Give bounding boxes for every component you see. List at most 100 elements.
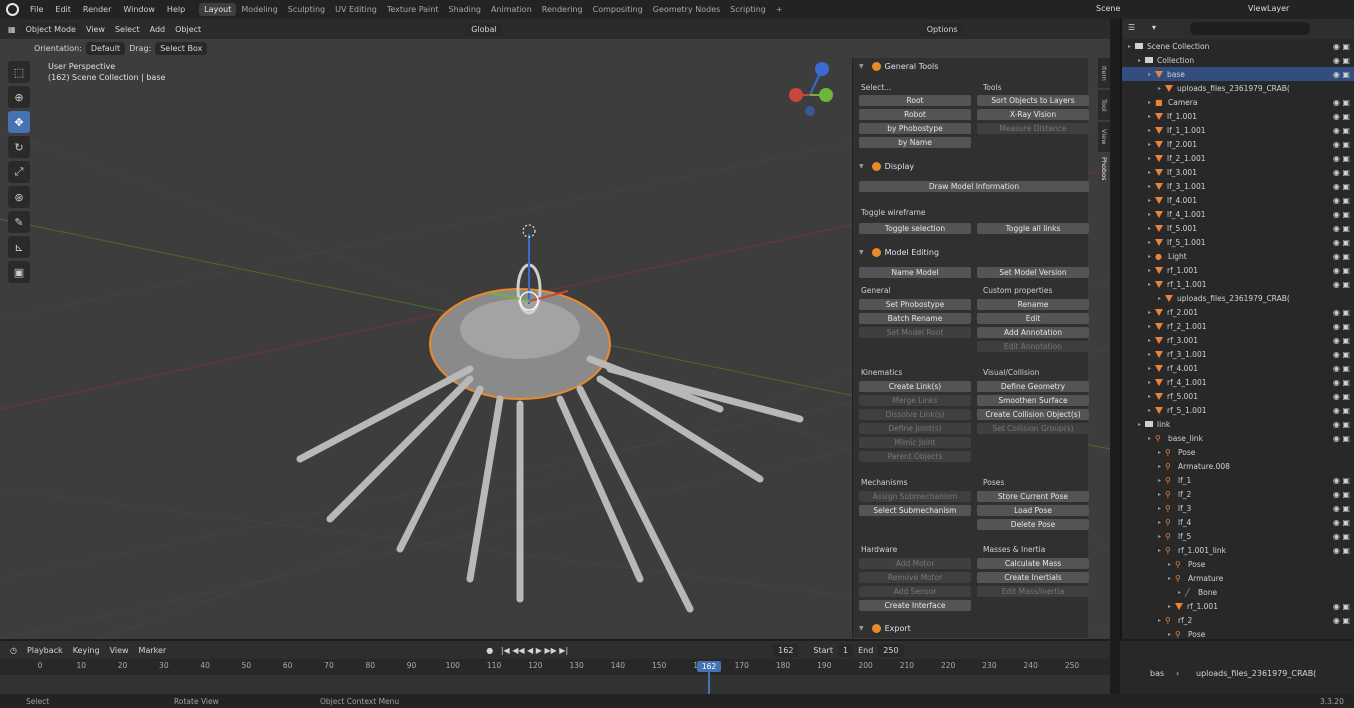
tab-modeling[interactable]: Modeling [236, 3, 282, 16]
visibility-icon[interactable]: ◉ ▣ [1333, 168, 1350, 177]
xray-vision-button[interactable]: X-Ray Vision [977, 109, 1089, 120]
outliner-row[interactable]: ▸ rf_2_1.001 ◉ ▣ [1122, 319, 1354, 333]
expand-icon[interactable]: ▸ [1158, 449, 1161, 456]
outliner-row[interactable]: ▸ lf_3_1.001 ◉ ▣ [1122, 179, 1354, 193]
outliner-row[interactable]: ▸ ⚲ lf_2 ◉ ▣ [1122, 487, 1354, 501]
expand-icon[interactable]: ▸ [1148, 337, 1151, 344]
outliner-row[interactable]: ▸ uploads_files_2361979_CRAB( [1122, 81, 1354, 95]
visibility-icon[interactable]: ◉ ▣ [1333, 364, 1350, 373]
edit-mass-inertia-button[interactable]: Edit Mass/Inertia [977, 586, 1089, 597]
playhead-frame-label[interactable]: 162 [697, 661, 721, 672]
expand-icon[interactable]: ▸ [1148, 323, 1151, 330]
outliner-row[interactable]: ▸ ⚲ lf_5 ◉ ▣ [1122, 529, 1354, 543]
tab-rendering[interactable]: Rendering [537, 3, 588, 16]
select-by-name-button[interactable]: by Name [859, 137, 971, 148]
transform-orientation-dropdown[interactable]: Global [466, 22, 502, 36]
expand-icon[interactable]: ▸ [1148, 127, 1151, 134]
expand-icon[interactable]: ▸ [1148, 435, 1151, 442]
expand-icon[interactable]: ▸ [1158, 533, 1161, 540]
outliner-row[interactable]: ▸ ╱ Bone [1122, 585, 1354, 599]
section-general-tools[interactable]: ▼ General Tools [853, 58, 938, 74]
set-phobostype-button[interactable]: Set Phobostype [859, 299, 971, 310]
menu-add[interactable]: Add [145, 25, 171, 34]
expand-icon[interactable]: ▸ [1148, 351, 1151, 358]
menu-view[interactable]: View [81, 25, 110, 34]
outliner-row[interactable]: ▸ lf_1_1.001 ◉ ▣ [1122, 123, 1354, 137]
menu-marker[interactable]: Marker [134, 646, 172, 655]
expand-icon[interactable]: ▸ [1158, 505, 1161, 512]
visibility-icon[interactable]: ◉ ▣ [1333, 616, 1350, 625]
expand-icon[interactable]: ▸ [1158, 617, 1161, 624]
visibility-icon[interactable]: ◉ ▣ [1333, 112, 1350, 121]
outliner-row[interactable]: ▸ lf_4.001 ◉ ▣ [1122, 193, 1354, 207]
outliner-row[interactable]: ▸ ⚲ lf_3 ◉ ▣ [1122, 501, 1354, 515]
expand-icon[interactable]: ▸ [1138, 57, 1141, 64]
expand-icon[interactable]: ▸ [1168, 575, 1171, 582]
expand-icon[interactable]: ▸ [1148, 379, 1151, 386]
set-model-root-button[interactable]: Set Model Root [859, 327, 971, 338]
dissolve-links-button[interactable]: Dissolve Link(s) [859, 409, 971, 420]
outliner-row[interactable]: ▸ ⚲ Pose [1122, 445, 1354, 459]
visibility-icon[interactable]: ◉ ▣ [1333, 280, 1350, 289]
draw-model-info-button[interactable]: Draw Model Information [859, 181, 1089, 192]
measure-distance-button[interactable]: Measure Distance [977, 123, 1089, 134]
toggle-selection-button[interactable]: Toggle selection [859, 223, 971, 234]
assign-submechanism-button[interactable]: Assign Submechanism [859, 491, 971, 502]
breadcrumb-object[interactable]: bas [1150, 669, 1164, 678]
end-frame-field[interactable]: 250 [878, 643, 904, 657]
editor-type-icon[interactable]: ▦ [0, 25, 21, 34]
visibility-icon[interactable]: ◉ ▣ [1333, 308, 1350, 317]
calculate-mass-button[interactable]: Calculate Mass [977, 558, 1089, 569]
outliner-row[interactable]: ▸ ⚲ lf_4 ◉ ▣ [1122, 515, 1354, 529]
add-motor-button[interactable]: Add Motor [859, 558, 971, 569]
expand-icon[interactable]: ▸ [1158, 547, 1161, 554]
tab-texture-paint[interactable]: Texture Paint [382, 3, 444, 16]
outliner-row[interactable]: ▸ rf_1.001 ◉ ▣ [1122, 263, 1354, 277]
blender-logo-icon[interactable] [6, 3, 19, 16]
visibility-icon[interactable]: ◉ ▣ [1333, 406, 1350, 415]
rotate-tool-icon[interactable]: ↻ [8, 136, 30, 158]
drag-dropdown[interactable]: Select Box [155, 41, 208, 55]
mimic-joint-button[interactable]: Mimic Joint [859, 437, 971, 448]
add-workspace-button[interactable]: + [771, 3, 788, 16]
visibility-icon[interactable]: ◉ ▣ [1333, 70, 1350, 79]
menu-object[interactable]: Object [170, 25, 206, 34]
outliner-row[interactable]: ▸ ■ Camera ◉ ▣ [1122, 95, 1354, 109]
add-sensor-button[interactable]: Add Sensor [859, 586, 971, 597]
visibility-icon[interactable]: ◉ ▣ [1333, 378, 1350, 387]
scene-name[interactable]: Scene [1096, 4, 1120, 13]
add-annotation-button[interactable]: Add Annotation [977, 327, 1089, 338]
move-tool-icon[interactable]: ✥ [8, 111, 30, 133]
expand-icon[interactable]: ▸ [1158, 519, 1161, 526]
outliner-row[interactable]: ▸ ⚲ rf_2 ◉ ▣ [1122, 613, 1354, 627]
visibility-icon[interactable]: ◉ ▣ [1333, 476, 1350, 485]
edit-annotation-button[interactable]: Edit Annotation [977, 341, 1089, 352]
expand-icon[interactable]: ▸ [1158, 463, 1161, 470]
tab-view[interactable]: View [1098, 122, 1110, 152]
visibility-icon[interactable]: ◉ ▣ [1333, 490, 1350, 499]
expand-icon[interactable]: ▸ [1148, 393, 1151, 400]
expand-icon[interactable]: ▸ [1148, 309, 1151, 316]
select-submechanism-button[interactable]: Select Submechanism [859, 505, 971, 516]
visibility-icon[interactable]: ◉ ▣ [1333, 504, 1350, 513]
outliner-row[interactable]: ▸ ● Light ◉ ▣ [1122, 249, 1354, 263]
tab-uv-editing[interactable]: UV Editing [330, 3, 382, 16]
expand-icon[interactable]: ▸ [1148, 183, 1151, 190]
playback-controls-icon[interactable]: ● |◀ ◀◀ ◀ ▶ ▶▶ ▶| [481, 646, 573, 655]
timeline-track[interactable] [0, 675, 1110, 694]
expand-icon[interactable]: ▸ [1148, 281, 1151, 288]
visibility-icon[interactable]: ◉ ▣ [1333, 98, 1350, 107]
tab-geometry-nodes[interactable]: Geometry Nodes [648, 3, 725, 16]
tab-compositing[interactable]: Compositing [588, 3, 648, 16]
add-cube-tool-icon[interactable]: ▣ [8, 261, 30, 283]
tab-item[interactable]: Item [1098, 58, 1110, 88]
menu-timeline-view[interactable]: View [105, 646, 134, 655]
outliner-row[interactable]: ▸ base ◉ ▣ [1122, 67, 1354, 81]
expand-icon[interactable]: ▸ [1148, 225, 1151, 232]
orientation-dropdown[interactable]: Default [85, 41, 126, 55]
expand-icon[interactable]: ▸ [1148, 365, 1151, 372]
create-links-button[interactable]: Create Link(s) [859, 381, 971, 392]
outliner-row[interactable]: ▸ ⚲ Armature [1122, 571, 1354, 585]
timeline-editor-icon[interactable]: ◷ [0, 646, 22, 655]
outliner-row[interactable]: ▸ ⚲ lf_1 ◉ ▣ [1122, 473, 1354, 487]
